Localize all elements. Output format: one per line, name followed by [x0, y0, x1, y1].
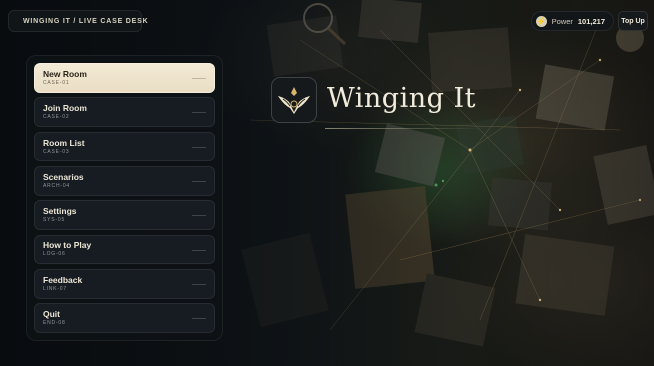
- power-balance: ⚡ Power 101,217: [530, 11, 614, 31]
- menu-item-how-to-play[interactable]: How to Play LOG-06: [34, 234, 215, 265]
- menu-item-label: Settings: [43, 206, 77, 217]
- bolt-icon: ⚡: [535, 15, 547, 27]
- menu-item-code: CASE-02: [43, 114, 70, 121]
- menu-item-quit[interactable]: Quit END-08: [34, 303, 215, 333]
- menu-item-code: LOG-06: [43, 251, 66, 258]
- winged-crest-icon: [278, 87, 310, 114]
- main-menu: New Room CASE-01 Join Room CASE-02 Room …: [26, 55, 223, 341]
- menu-item-join-room[interactable]: Join Room CASE-02: [34, 97, 215, 128]
- game-logo: [271, 77, 317, 123]
- menu-item-code: CASE-01: [43, 79, 70, 86]
- menu-item-scenarios[interactable]: Scenarios ARCH-04: [34, 165, 215, 196]
- menu-item-code: CASE-03: [43, 148, 70, 155]
- menu-item-divider: [192, 180, 206, 182]
- menu-item-room-list[interactable]: Room List CASE-03: [34, 131, 215, 162]
- menu-item-divider: [192, 78, 206, 79]
- top-up-button[interactable]: Top Up: [618, 11, 648, 31]
- power-label: Power: [551, 16, 573, 26]
- menu-item-label: Feedback: [43, 274, 83, 285]
- breadcrumb: WINGING IT / LIVE CASE DESK: [8, 10, 148, 32]
- menu-item-code: END-08: [43, 320, 66, 327]
- title-underline: [325, 128, 485, 129]
- menu-item-feedback[interactable]: Feedback LINK-07: [34, 268, 215, 299]
- menu-item-divider: [192, 112, 206, 114]
- menu-item-divider: [192, 249, 206, 251]
- menu-item-divider: [192, 215, 206, 217]
- menu-item-new-room[interactable]: New Room CASE-01: [34, 63, 215, 93]
- power-value: 101,217: [577, 16, 605, 26]
- menu-item-label: Room List: [43, 137, 85, 148]
- menu-item-label: Join Room: [43, 103, 87, 114]
- menu-item-code: LINK-07: [43, 285, 67, 292]
- menu-item-divider: [192, 283, 206, 285]
- menu-item-label: New Room: [43, 68, 87, 79]
- menu-item-label: Quit: [43, 309, 60, 320]
- menu-item-code: ARCH-04: [43, 182, 70, 189]
- menu-item-divider: [192, 146, 206, 148]
- menu-item-divider: [192, 318, 206, 320]
- menu-item-label: How to Play: [43, 240, 92, 251]
- menu-item-code: SYS-05: [43, 217, 66, 224]
- menu-item-label: Scenarios: [43, 171, 84, 182]
- breadcrumb-text: WINGING IT / LIVE CASE DESK: [23, 17, 149, 25]
- game-title: Winging It: [327, 83, 476, 114]
- menu-item-settings[interactable]: Settings SYS-05: [34, 200, 215, 231]
